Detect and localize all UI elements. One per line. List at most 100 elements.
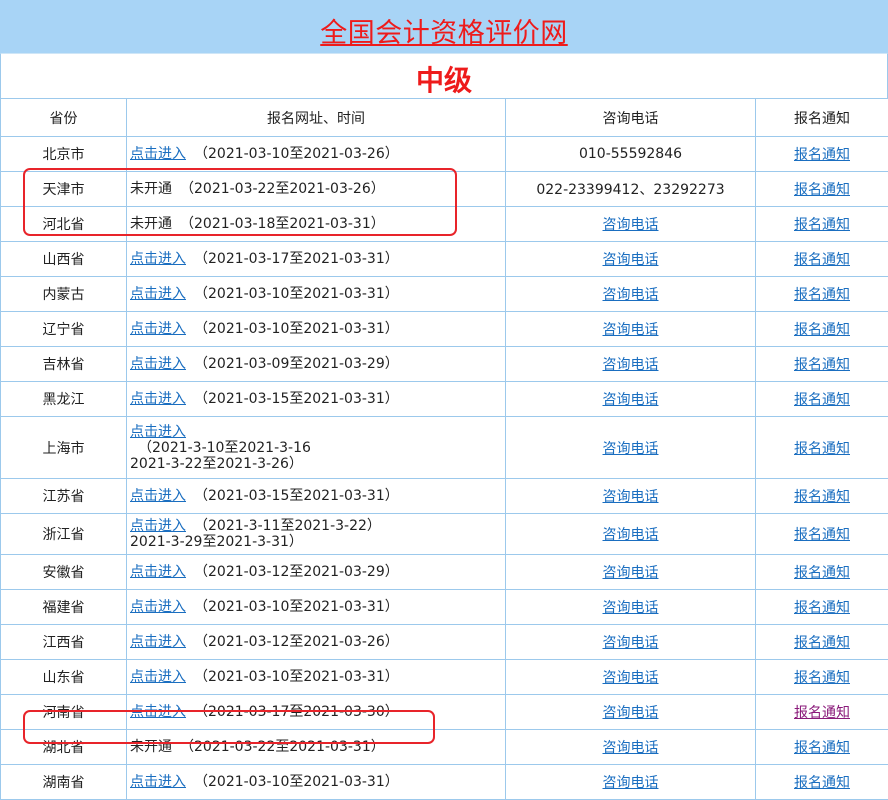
registration-cell: 点击进入（2021-03-17至2021-03-31） [127,242,506,277]
enter-link[interactable]: 点击进入 [130,356,186,372]
phone-link[interactable]: 咨询电话 [603,489,659,505]
notice-link[interactable]: 报名通知 [794,635,850,651]
phone-link[interactable]: 咨询电话 [603,705,659,721]
phone-link[interactable]: 咨询电话 [603,252,659,268]
notice-link[interactable]: 报名通知 [794,217,850,233]
province-cell: 山西省 [1,242,127,277]
notice-link[interactable]: 报名通知 [794,322,850,338]
notice-link[interactable]: 报名通知 [794,670,850,686]
province-cell: 江苏省 [1,479,127,514]
notice-link[interactable]: 报名通知 [794,147,850,163]
phone-cell: 咨询电话 [506,555,756,590]
notice-link[interactable]: 报名通知 [794,252,850,268]
phone-link[interactable]: 咨询电话 [603,740,659,756]
phone-cell: 咨询电话 [506,242,756,277]
phone-link[interactable]: 咨询电话 [603,600,659,616]
province-cell: 浙江省 [1,514,127,555]
table-row: 湖南省点击进入（2021-03-10至2021-03-31）咨询电话报名通知 [1,765,888,800]
notice-link[interactable]: 报名通知 [794,565,850,581]
registration-cell: 点击进入（2021-03-15至2021-03-31） [127,382,506,417]
notice-link[interactable]: 报名通知 [794,357,850,373]
enter-link[interactable]: 点击进入 [130,704,186,720]
notice-cell: 报名通知 [756,660,888,695]
registration-cell: 未开通（2021-03-22至2021-03-31） [127,730,506,765]
notice-cell: 报名通知 [756,417,888,479]
province-cell: 河北省 [1,207,127,242]
notice-link[interactable]: 报名通知 [794,705,850,721]
table-row: 上海市点击进入（2021-3-10至2021-3-162021-3-22至202… [1,417,888,479]
phone-link[interactable]: 咨询电话 [603,775,659,791]
notice-cell: 报名通知 [756,312,888,347]
phone-cell: 咨询电话 [506,207,756,242]
registration-cell: 点击进入（2021-03-10至2021-03-31） [127,277,506,312]
phone-link[interactable]: 咨询电话 [603,322,659,338]
phone-link[interactable]: 咨询电话 [603,565,659,581]
phone-link[interactable]: 咨询电话 [603,635,659,651]
notice-cell: 报名通知 [756,514,888,555]
phone-link[interactable]: 咨询电话 [603,670,659,686]
enter-link[interactable]: 点击进入 [130,634,186,650]
notice-link[interactable]: 报名通知 [794,489,850,505]
phone-link[interactable]: 咨询电话 [603,287,659,303]
notice-link[interactable]: 报名通知 [794,527,850,543]
province-cell: 上海市 [1,417,127,479]
phone-cell: 咨询电话 [506,660,756,695]
registration-cell: 未开通（2021-03-18至2021-03-31） [127,207,506,242]
enter-link[interactable]: 点击进入 [130,564,186,580]
province-cell: 黑龙江 [1,382,127,417]
province-cell: 江西省 [1,625,127,660]
table-row: 浙江省 点击进入（2021-3-11至2021-3-22）2021-3-29至20… [1,514,888,555]
phone-cell: 咨询电话 [506,730,756,765]
header-phone: 咨询电话 [506,99,756,137]
notice-cell: 报名通知 [756,555,888,590]
province-name: 安徽省 [43,565,85,581]
phone-cell: 咨询电话 [506,479,756,514]
enter-link[interactable]: 点击进入 [130,518,186,534]
phone-link[interactable]: 咨询电话 [603,527,659,543]
province-name: 浙江省 [43,527,85,543]
phone-number: 010-55592846 [579,146,682,162]
province-name: 山东省 [43,670,85,686]
notice-cell: 报名通知 [756,277,888,312]
phone-link[interactable]: 咨询电话 [603,392,659,408]
phone-link[interactable]: 咨询电话 [603,441,659,457]
registration-cell: 点击进入（2021-3-11至2021-3-22）2021-3-29至2021-… [127,514,506,555]
notice-link[interactable]: 报名通知 [794,392,850,408]
enter-link[interactable]: 点击进入 [130,774,186,790]
registration-dates: （2021-03-10至2021-03-31） [186,321,399,337]
level-heading: 中级 [0,53,888,98]
notice-link[interactable]: 报名通知 [794,441,850,457]
enter-link[interactable]: 点击进入 [130,391,186,407]
enter-link[interactable]: 点击进入 [130,286,186,302]
table-row: 河北省未开通（2021-03-18至2021-03-31） 咨询电话 报名通知 [1,207,888,242]
enter-link[interactable]: 点击进入 [130,599,186,615]
registration-dates: （2021-03-18至2021-03-31） [172,216,385,232]
notice-link[interactable]: 报名通知 [794,182,850,198]
notice-link[interactable]: 报名通知 [794,775,850,791]
notice-cell: 报名通知 [756,479,888,514]
notice-cell: 报名通知 [756,347,888,382]
header-registration: 报名网址、时间 [127,99,506,137]
header-notice: 报名通知 [756,99,888,137]
enter-link[interactable]: 点击进入 [130,321,186,337]
site-banner: 全国会计资格评价网 [0,0,888,53]
enter-link[interactable]: 点击进入 [130,424,186,440]
site-title-link[interactable]: 全国会计资格评价网 [320,11,568,50]
notice-link[interactable]: 报名通知 [794,287,850,303]
enter-link[interactable]: 点击进入 [130,251,186,267]
registration-table: 省份 报名网址、时间 咨询电话 报名通知 北京市点击进入（2021-03-10至… [0,98,888,800]
not-open-status: 未开通 [130,181,172,197]
phone-link[interactable]: 咨询电话 [603,357,659,373]
phone-cell: 咨询电话 [506,695,756,730]
notice-link[interactable]: 报名通知 [794,740,850,756]
enter-link[interactable]: 点击进入 [130,669,186,685]
notice-link[interactable]: 报名通知 [794,600,850,616]
phone-link[interactable]: 咨询电话 [603,217,659,233]
enter-link[interactable]: 点击进入 [130,488,186,504]
enter-link[interactable]: 点击进入 [130,146,186,162]
level-title: 中级 [416,59,472,99]
table-header-row: 省份 报名网址、时间 咨询电话 报名通知 [1,99,888,137]
table-row: 福建省点击进入（2021-03-10至2021-03-31）咨询电话报名通知 [1,590,888,625]
registration-dates: （2021-03-17至2021-03-30） [186,704,399,720]
province-name: 吉林省 [43,357,85,373]
